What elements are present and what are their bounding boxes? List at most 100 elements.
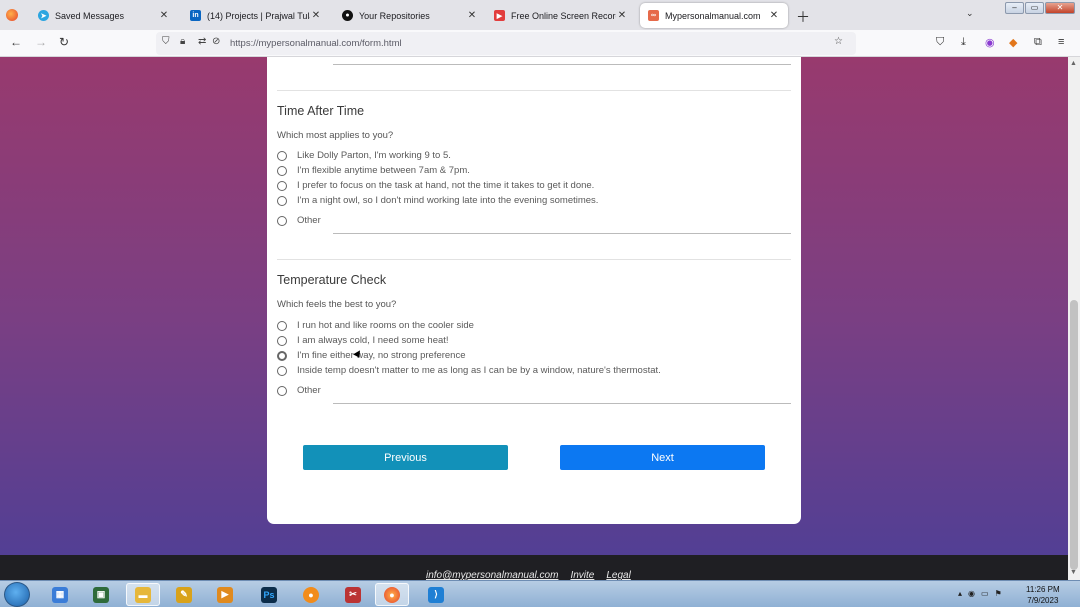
permissions-icon[interactable]: ⇄ <box>198 36 206 47</box>
firefox-menu-icon[interactable] <box>6 9 18 21</box>
downloads-icon[interactable]: ⤓ <box>961 36 966 49</box>
option-label: I'm flexible anytime between 7am & 7pm. <box>297 165 470 176</box>
temp-option-4[interactable]: Inside temp doesn't matter to me as long… <box>277 365 661 376</box>
clock-time: 11:26 PM <box>1026 585 1060 594</box>
taskbar-snipping-tool-icon[interactable]: ✂ <box>336 583 370 606</box>
minimize-icon[interactable]: – <box>1005 2 1024 14</box>
radio-button[interactable] <box>277 165 287 176</box>
scroll-down-icon[interactable]: ▼ <box>1070 569 1077 576</box>
close-tab-icon[interactable]: ✕ <box>768 10 780 21</box>
menu-hamburger-icon[interactable]: ≡ <box>1058 36 1064 48</box>
radio-button[interactable] <box>277 350 287 361</box>
footer-email-link[interactable]: info@mypersonalmanual.com <box>426 570 558 580</box>
radio-button[interactable] <box>277 180 287 191</box>
taskbar-notes-icon[interactable]: ✎ <box>167 583 201 606</box>
tab-mypersonalmanual[interactable]: ∞ Mypersonalmanual.com ✕ <box>640 3 788 28</box>
extensions-puzzle-icon[interactable]: ⧉ <box>1034 36 1042 49</box>
reload-icon[interactable]: ↻ <box>59 35 69 49</box>
url-text[interactable]: https://mypersonalmanual.com/form.html <box>230 38 402 49</box>
recorder-icon: ▶ <box>494 10 505 21</box>
window-close-icon[interactable]: ✕ <box>1045 2 1075 14</box>
taskbar-explorer-icon[interactable]: ▦ <box>43 583 77 606</box>
time-option-1[interactable]: Like Dolly Parton, I'm working 9 to 5. <box>277 150 451 161</box>
time-option-2[interactable]: I'm flexible anytime between 7am & 7pm. <box>277 165 470 176</box>
tab-linkedin-projects[interactable]: in (14) Projects | Prajwal Tulawe | L ✕ <box>182 3 330 28</box>
time-option-3[interactable]: I prefer to focus on the task at hand, n… <box>277 180 594 191</box>
time-other-input[interactable] <box>333 233 791 234</box>
close-tab-icon[interactable]: ✕ <box>616 10 628 21</box>
option-label: Other <box>297 385 321 396</box>
option-label: Like Dolly Parton, I'm working 9 to 5. <box>297 150 451 161</box>
section-divider <box>277 90 791 91</box>
taskbar: ▦ ▣ ▬ ✎ ▶ Ps ● ✂ ● ⟩ ▴ ◉ ▭ ⚑ 11:26 PM 7/… <box>0 580 1080 607</box>
taskbar-control-panel-icon[interactable]: ▣ <box>84 583 118 606</box>
extension-icon[interactable]: ◉ <box>985 36 995 49</box>
taskbar-vscode-icon[interactable]: ⟩ <box>419 583 453 606</box>
start-button-icon[interactable] <box>4 582 30 607</box>
site-icon: ∞ <box>648 10 659 21</box>
option-label: Other <box>297 215 321 226</box>
url-bar[interactable]: ⛉ 🔒︎ ⇄ ⊘ https://mypersonalmanual.com/fo… <box>156 32 856 55</box>
forward-arrow-icon[interactable]: → <box>35 35 47 49</box>
radio-button[interactable] <box>277 320 287 331</box>
temp-other-input[interactable] <box>333 403 791 404</box>
lock-icon[interactable]: 🔒︎ <box>180 36 185 47</box>
close-tab-icon[interactable]: ✕ <box>310 10 322 21</box>
metamask-icon[interactable]: ◆ <box>1009 36 1017 49</box>
radio-button[interactable] <box>277 335 287 346</box>
back-arrow-icon[interactable]: ← <box>10 35 22 49</box>
camera-blocked-icon[interactable]: ⊘ <box>212 36 220 47</box>
window-controls: – ▭ ✕ <box>1005 2 1075 14</box>
radio-button[interactable] <box>277 365 287 376</box>
radio-button[interactable] <box>277 195 287 206</box>
close-tab-icon[interactable]: ✕ <box>466 10 478 21</box>
scroll-up-icon[interactable]: ▲ <box>1070 60 1077 67</box>
list-all-tabs-icon[interactable]: ⌄ <box>966 8 974 19</box>
next-button[interactable]: Next <box>560 445 765 470</box>
bookmark-star-icon[interactable]: ☆ <box>834 36 843 47</box>
time-option-other[interactable]: Other <box>277 215 321 226</box>
close-tab-icon[interactable]: ✕ <box>158 10 170 21</box>
tab-saved-messages[interactable]: ➤ Saved Messages ✕ <box>30 3 178 28</box>
previous-button[interactable]: Previous <box>303 445 508 470</box>
tray-network-icon[interactable]: ▭ <box>981 589 989 598</box>
taskbar-photoshop-icon[interactable]: Ps <box>252 583 286 606</box>
temp-option-3[interactable]: I'm fine either way, no strong preferenc… <box>277 350 466 361</box>
option-label: I'm fine either way, no strong preferenc… <box>297 350 466 361</box>
taskbar-clock[interactable]: 11:26 PM 7/9/2023 <box>1026 584 1060 606</box>
section-divider <box>277 259 791 260</box>
page-scrollbar[interactable]: ▲ ▼ <box>1068 57 1080 580</box>
option-label: Inside temp doesn't matter to me as long… <box>297 365 661 376</box>
page-viewport: Time After Time Which most applies to yo… <box>0 57 1068 580</box>
taskbar-firefox-icon[interactable]: ● <box>375 583 409 606</box>
temp-option-2[interactable]: I am always cold, I need some heat! <box>277 335 449 346</box>
tray-arrow-icon[interactable]: ▴ <box>958 589 962 598</box>
taskbar-media-player-icon[interactable]: ▶ <box>208 583 242 606</box>
radio-button[interactable] <box>277 215 287 226</box>
tracking-shield-icon[interactable]: ⛉ <box>162 36 170 47</box>
form-card: Time After Time Which most applies to yo… <box>267 57 801 524</box>
tab-title: Free Online Screen Recorder & <box>511 10 616 21</box>
taskbar-fl-studio-icon[interactable]: ● <box>294 583 328 606</box>
temp-option-other[interactable]: Other <box>277 385 321 396</box>
tab-title: Saved Messages <box>55 10 125 21</box>
github-icon: ● <box>342 10 353 21</box>
footer-invite-link[interactable]: Invite <box>570 570 594 580</box>
maximize-icon[interactable]: ▭ <box>1025 2 1044 14</box>
time-option-4[interactable]: I'm a night owl, so I don't mind working… <box>277 195 598 206</box>
tray-flag-icon[interactable]: ⚑ <box>995 589 1002 598</box>
radio-button[interactable] <box>277 385 287 396</box>
tab-title: Mypersonalmanual.com <box>665 10 761 21</box>
pocket-icon[interactable]: ⛉ <box>936 36 944 49</box>
radio-button[interactable] <box>277 150 287 161</box>
temp-option-1[interactable]: I run hot and like rooms on the cooler s… <box>277 320 474 331</box>
footer-links: info@mypersonalmanual.com Invite Legal <box>426 570 631 580</box>
scrollbar-thumb[interactable] <box>1070 300 1078 570</box>
footer-legal-link[interactable]: Legal <box>606 570 630 580</box>
taskbar-file-manager-icon[interactable]: ▬ <box>126 583 160 606</box>
tab-your-repositories[interactable]: ● Your Repositories ✕ <box>334 3 486 28</box>
tab-screen-recorder[interactable]: ▶ Free Online Screen Recorder & ✕ <box>486 3 636 28</box>
new-tab-icon[interactable]: ＋ <box>796 7 810 27</box>
tray-recorder-icon[interactable]: ◉ <box>968 589 975 598</box>
option-label: I'm a night owl, so I don't mind working… <box>297 195 599 206</box>
